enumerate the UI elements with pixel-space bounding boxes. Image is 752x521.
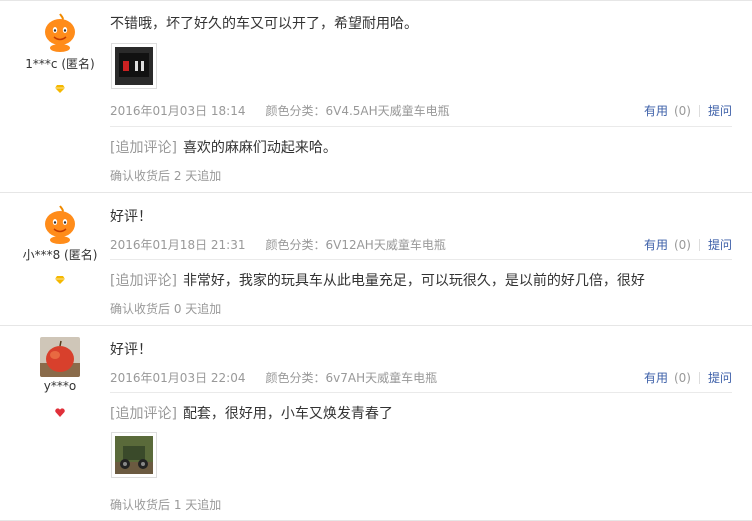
sku-info: 颜色分类：6V12AH天威童车电瓶: [265, 238, 446, 252]
review-item: 1***c (匿名) 不错哦，坏了好久的车又可以开了，希望耐用哈。 2016年0…: [0, 0, 752, 193]
append-time: 确认收货后 0 天追加: [110, 302, 222, 316]
avatar-mascot-icon: [40, 204, 80, 244]
review-actions: 有用 (0) 提问: [644, 369, 732, 386]
useful-count: (0): [673, 371, 691, 385]
sku-info: 颜色分类：6V4.5AH天威童车电瓶: [265, 104, 450, 118]
append-time: 确认收货后 1 天追加: [110, 498, 222, 512]
sku-info: 颜色分类：6v7AH天威童车电瓶: [265, 371, 438, 385]
useful-button[interactable]: 有用: [644, 104, 668, 118]
review-photo-thumbnail[interactable]: [111, 43, 157, 89]
review-item: y***o 好评！ 2016年01月03日 22:04 颜色分类：6v7AH天威童…: [0, 326, 752, 521]
append-divider: [110, 126, 732, 127]
username: 1***c (匿名): [25, 57, 95, 71]
append-text: 非常好，我家的玩具车从此电量充足，可以玩很久，是以前的好几倍，很好: [182, 273, 645, 289]
append-comment: [追加评论] 配套，很好用，小车又焕发青春了: [110, 403, 393, 423]
divider: [698, 239, 700, 251]
username: y***o: [43, 379, 77, 393]
photo-image: [115, 47, 153, 85]
review-date: 2016年01月03日 18:14: [110, 104, 246, 118]
photo-image: [115, 436, 153, 474]
ask-button[interactable]: 提问: [708, 104, 732, 118]
avatar-mascot-icon: [40, 12, 80, 52]
append-text: 喜欢的麻麻们动起来哈。: [182, 140, 337, 156]
append-time: 确认收货后 2 天追加: [110, 169, 222, 183]
ask-button[interactable]: 提问: [708, 371, 732, 385]
buyer-level-icon: [55, 78, 65, 93]
review-actions: 有用 (0) 提问: [644, 102, 732, 119]
append-divider: [110, 259, 732, 260]
append-tag: [追加评论]: [110, 273, 177, 289]
useful-count: (0): [673, 104, 691, 118]
user-avatar[interactable]: [40, 12, 80, 52]
buyer-level-heart-icon: [55, 402, 65, 417]
review-item: 小***8 (匿名) 好评！ 2016年01月18日 21:31 颜色分类：6V1…: [0, 193, 752, 326]
useful-count: (0): [673, 238, 691, 252]
review-text: 好评！: [110, 342, 152, 358]
username: 小***8 (匿名): [22, 248, 98, 262]
review-actions: 有用 (0) 提问: [644, 236, 732, 253]
append-divider: [110, 392, 732, 393]
review-meta: 2016年01月03日 22:04 颜色分类：6v7AH天威童车电瓶: [110, 369, 437, 386]
append-comment: [追加评论] 喜欢的麻麻们动起来哈。: [110, 137, 337, 157]
divider: [698, 372, 700, 384]
append-tag: [追加评论]: [110, 406, 177, 422]
user-avatar[interactable]: [40, 204, 80, 244]
review-text: 好评！: [110, 209, 152, 225]
review-text: 不错哦，坏了好久的车又可以开了，希望耐用哈。: [110, 16, 418, 32]
user-avatar[interactable]: [40, 337, 80, 377]
useful-button[interactable]: 有用: [644, 371, 668, 385]
review-meta: 2016年01月03日 18:14 颜色分类：6V4.5AH天威童车电瓶: [110, 102, 450, 119]
append-text: 配套，很好用，小车又焕发青春了: [182, 406, 393, 422]
review-meta: 2016年01月18日 21:31 颜色分类：6V12AH天威童车电瓶: [110, 236, 446, 253]
avatar-apple-photo: [40, 337, 80, 377]
divider: [698, 105, 700, 117]
review-date: 2016年01月03日 22:04: [110, 371, 246, 385]
append-photo-thumbnail[interactable]: [111, 432, 157, 478]
append-tag: [追加评论]: [110, 140, 177, 156]
ask-button[interactable]: 提问: [708, 238, 732, 252]
review-date: 2016年01月18日 21:31: [110, 238, 246, 252]
useful-button[interactable]: 有用: [644, 238, 668, 252]
append-comment: [追加评论] 非常好，我家的玩具车从此电量充足，可以玩很久，是以前的好几倍，很好: [110, 270, 645, 290]
buyer-level-icon: [55, 269, 65, 284]
